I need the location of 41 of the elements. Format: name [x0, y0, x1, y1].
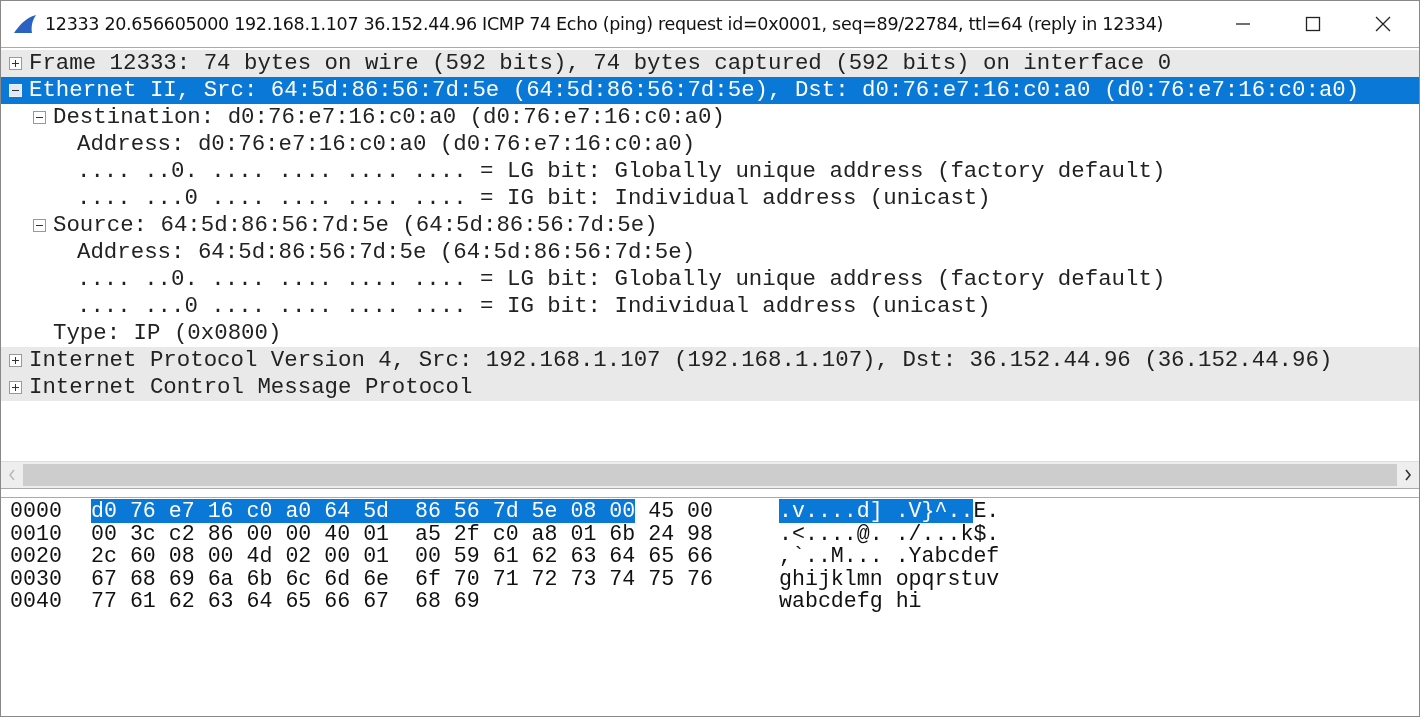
scroll-right-icon[interactable]: [1403, 468, 1413, 482]
collapse-icon[interactable]: [33, 111, 46, 124]
tree-row[interactable]: .... ...0 .... .... .... .... = IG bit: Individual address (unicast): [1, 293, 1419, 320]
offset-label: 0010: [10, 522, 63, 545]
ascii-text[interactable]: wabcdefg hi: [779, 589, 922, 613]
tree-row[interactable]: Address: 64:5d:86:56:7d:5e (64:5d:86:56:7d:5e): [1, 239, 1419, 266]
hex-bytes[interactable]: 77 61 62 63 64 65 66 67 68 69: [91, 589, 480, 613]
close-icon[interactable]: [1375, 16, 1391, 32]
hex-bytes[interactable]: 67 68 69 6a 6b 6c 6d 6e 6f 70 71 72 73 74 75 76: [91, 566, 713, 591]
tree-row[interactable]: Frame 12333: 74 bytes on wire (592 bits), 74 bytes captured (592 bits) on interface 0: [1, 50, 1419, 77]
ascii-text[interactable]: ,`..M... .Yabcdef: [779, 544, 1000, 568]
collapse-icon[interactable]: [33, 219, 46, 232]
tree-row[interactable]: Type: IP (0x0800): [1, 320, 1419, 347]
offset-label: 0000: [10, 500, 63, 523]
window-title: 12333 20.656605000 192.168.1.107 36.152.44.96 ICMP 74 Echo (ping) request id=0x0001, seq=89/22784, ttl=64 (reply in 12334): [45, 14, 1163, 34]
tree-row[interactable]: Internet Control Message Protocol: [1, 374, 1419, 401]
offset-label: 0020: [10, 545, 63, 568]
tree-row[interactable]: Destination: d0:76:e7:16:c0:a0 (d0:76:e7:16:c0:a0): [1, 104, 1419, 131]
tree-row[interactable]: Address: d0:76:e7:16:c0:a0 (d0:76:e7:16:c0:a0): [1, 131, 1419, 158]
ascii-text[interactable]: .<....@. ./...k$.: [779, 521, 1000, 546]
shark-fin-icon: [13, 14, 37, 34]
hex-bytes[interactable]: 45 00: [635, 499, 714, 523]
tree-row[interactable]: Ethernet II, Src: 64:5d:86:56:7d:5e (64:5d:86:56:7d:5e), Dst: d0:76:e7:16:c0:a0 (d0:76:e7:16:c0:a0): [1, 77, 1419, 104]
expand-icon[interactable]: [9, 381, 22, 394]
ascii-text[interactable]: .v....d] .V}^..: [779, 499, 974, 523]
expand-icon[interactable]: [9, 354, 22, 367]
tree-row[interactable]: Source: 64:5d:86:56:7d:5e (64:5d:86:56:7d:5e): [1, 212, 1419, 239]
tree-row[interactable]: .... ..0. .... .... .... .... = LG bit: Globally unique address (factory default): [1, 158, 1419, 185]
hex-bytes[interactable]: d0 76 e7 16 c0 a0 64 5d 86 56 7d 5e 08 00: [91, 499, 636, 523]
expand-icon[interactable]: [9, 57, 22, 70]
hex-bytes[interactable]: 00 3c c2 86 00 00 40 01 a5 2f c0 a8 01 6b 24 98: [91, 521, 713, 546]
tree-row[interactable]: Internet Protocol Version 4, Src: 192.168.1.107 (192.168.1.107), Dst: 36.152.44.96 (36.152.44.96): [1, 347, 1419, 374]
tree-row[interactable]: .... ...0 .... .... .... .... = IG bit: Individual address (unicast): [1, 185, 1419, 212]
offset-label: 0040: [10, 590, 63, 613]
offset-label: 0030: [10, 567, 63, 590]
tree-row[interactable]: .... ..0. .... .... .... .... = LG bit: Globally unique address (factory default): [1, 266, 1419, 293]
ascii-text[interactable]: E.: [973, 499, 1000, 523]
maximize-icon[interactable]: [1305, 16, 1321, 32]
ascii-text[interactable]: ghijklmn opqrstuv: [779, 566, 1000, 591]
hex-bytes[interactable]: 2c 60 08 00 4d 02 00 01 00 59 61 62 63 64 65 66: [91, 544, 713, 568]
scrollbar-thumb[interactable]: [23, 464, 1397, 486]
